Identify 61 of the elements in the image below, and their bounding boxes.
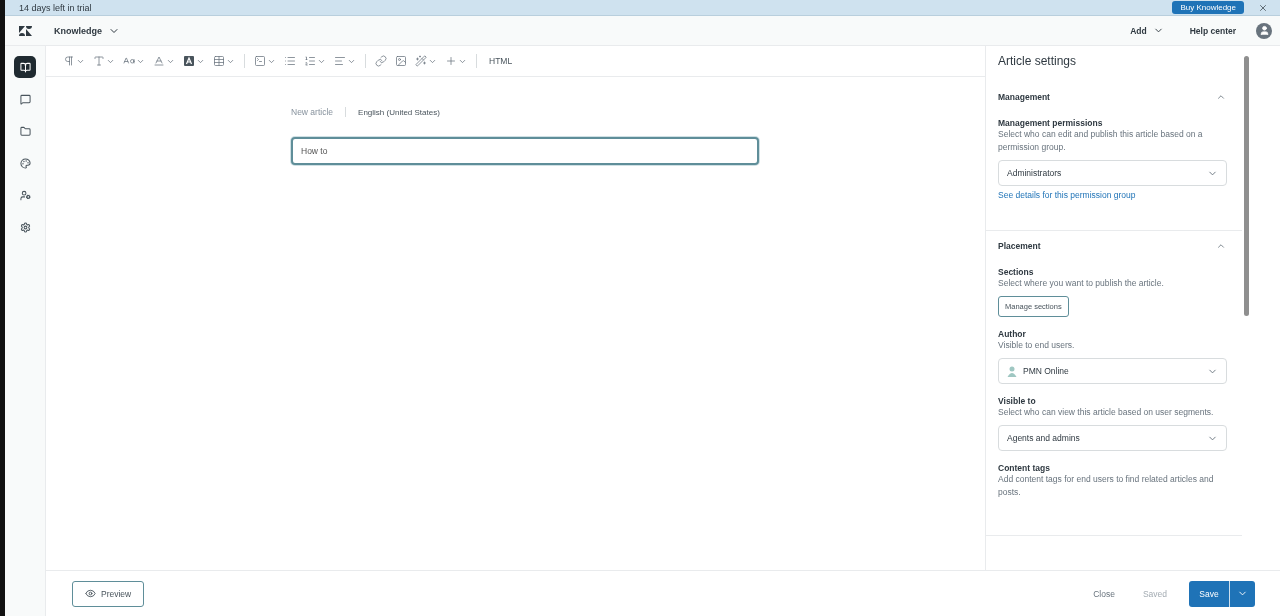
- save-button[interactable]: Save: [1189, 580, 1229, 607]
- field-description: Add content tags for end users to find related articles and posts.: [998, 473, 1215, 499]
- help-center-link[interactable]: Help center: [1183, 24, 1242, 37]
- link-icon: [375, 55, 387, 67]
- title-input[interactable]: How to: [291, 137, 759, 165]
- section-header[interactable]: Management: [998, 92, 1230, 102]
- field-label: Content tags: [998, 463, 1050, 473]
- article-status: New article: [291, 107, 347, 117]
- permission-link[interactable]: See details for this permission group: [998, 190, 1136, 200]
- highlight-letter-icon: [183, 55, 195, 67]
- user-avatar-icon: [1007, 365, 1017, 377]
- font-color-icon: [153, 55, 165, 67]
- section-title: Management: [998, 92, 1050, 102]
- add-menu[interactable]: Add: [1124, 24, 1170, 37]
- chevron-up-icon: [1216, 92, 1226, 102]
- dropdown-select[interactable]: Administrators: [998, 160, 1227, 186]
- field-description: Select where you want to publish the article.: [998, 277, 1164, 290]
- saved-status: Saved: [1136, 587, 1173, 600]
- user-cog-icon: [19, 189, 31, 201]
- table-icon: [213, 55, 225, 67]
- field-label: Management permissions: [998, 118, 1103, 128]
- plus-icon: [445, 55, 457, 67]
- palette-icon: [19, 157, 31, 169]
- settings-icon: [19, 221, 31, 233]
- close-icon[interactable]: [1258, 2, 1268, 13]
- field-label: Visible to: [998, 396, 1036, 406]
- book-icon: [19, 61, 31, 73]
- field-label: Author: [998, 329, 1026, 339]
- field-description: Select who can edit and publish this article based on a permission group.: [998, 128, 1204, 154]
- field-description: Visible to end users.: [998, 339, 1075, 352]
- align-icon: [334, 55, 346, 67]
- panel-title: Article settings: [997, 54, 1078, 70]
- article-language: English (United States): [357, 107, 440, 117]
- numbered-list-icon: [304, 55, 316, 67]
- text-size-icon: [93, 55, 105, 67]
- eye-icon: [85, 588, 96, 599]
- dropdown-select[interactable]: Agents and admins: [998, 425, 1227, 451]
- buy-button[interactable]: Buy Knowledge: [1172, 1, 1244, 14]
- chevron-up-icon: [1216, 241, 1226, 251]
- paragraph-icon: [63, 55, 75, 67]
- field-label: Sections: [998, 267, 1034, 277]
- user-avatar[interactable]: [1256, 22, 1272, 39]
- html-button[interactable]: HTML: [483, 56, 519, 66]
- preview-button[interactable]: Preview: [72, 580, 145, 607]
- close-button[interactable]: Close: [1087, 587, 1121, 600]
- logo-icon: [19, 25, 32, 36]
- section-title: Placement: [998, 241, 1041, 251]
- product-menu[interactable]: Knowledge: [46, 24, 128, 37]
- trial-text: 14 days left in trial: [19, 2, 92, 13]
- bullet-list-icon: [284, 55, 296, 67]
- save-options-button[interactable]: [1229, 580, 1255, 607]
- folder-icon: [19, 125, 31, 137]
- case-icon: [123, 55, 135, 67]
- image-icon: [395, 55, 407, 67]
- code-block-icon: [254, 55, 266, 67]
- message-icon: [19, 93, 31, 105]
- section-header[interactable]: Placement: [998, 241, 1230, 251]
- dropdown-select[interactable]: PMN Online: [998, 358, 1227, 384]
- magic-wand-icon: [415, 55, 427, 67]
- nav-item[interactable]: [14, 56, 36, 78]
- field-description: Select who can view this article based on user segments.: [998, 406, 1214, 419]
